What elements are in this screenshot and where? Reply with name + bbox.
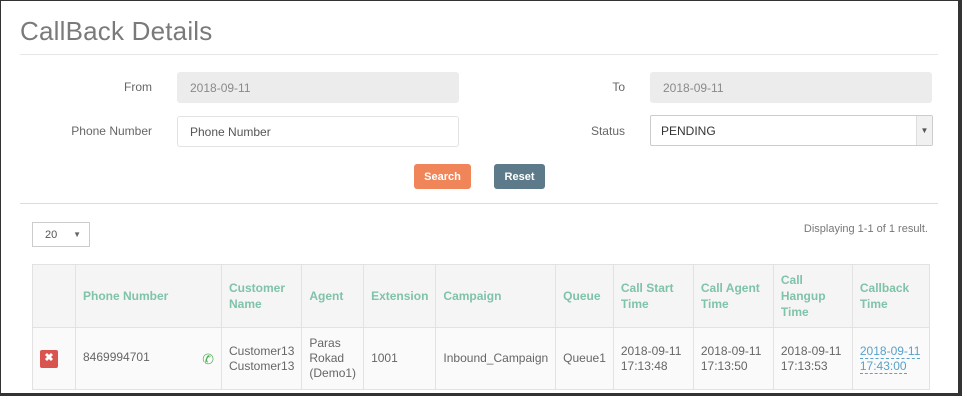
cell-campaign: Inbound_Campaign bbox=[435, 327, 557, 390]
page-size-value: 20 bbox=[45, 228, 58, 241]
caret-down-icon: ▼ bbox=[916, 116, 932, 145]
table-row: ✖ 8469994701 ✆ Customer13 Customer13 Par… bbox=[32, 327, 930, 390]
reset-button[interactable]: Reset bbox=[494, 164, 545, 189]
col-header-actions bbox=[32, 264, 76, 328]
status-label: Status bbox=[590, 124, 625, 138]
status-select-value: PENDING bbox=[661, 123, 716, 138]
col-header-extension[interactable]: Extension bbox=[363, 264, 437, 328]
table-header-row: Phone Number Customer Name Agent Extensi… bbox=[32, 264, 930, 328]
col-header-call-start-time[interactable]: Call Start Time bbox=[612, 264, 694, 328]
col-header-agent[interactable]: Agent bbox=[301, 264, 365, 328]
phone-icon[interactable]: ✆ bbox=[202, 352, 214, 367]
phone-number-text: 8469994701 bbox=[83, 350, 150, 364]
callback-time-link[interactable]: 2018-09-11 17:43:00 bbox=[859, 343, 921, 374]
col-header-customer-name[interactable]: Customer Name bbox=[220, 264, 303, 328]
cell-customer-name: Customer13 Customer13 bbox=[220, 327, 303, 390]
title-divider bbox=[20, 54, 938, 55]
col-header-call-agent-time[interactable]: Call Agent Time bbox=[692, 264, 774, 328]
col-header-campaign[interactable]: Campaign bbox=[435, 264, 557, 328]
phone-number-label: Phone Number bbox=[71, 124, 152, 138]
cell-call-agent-time: 2018-09-11 17:13:50 bbox=[692, 327, 774, 390]
col-header-phone-number[interactable]: Phone Number bbox=[75, 264, 222, 328]
callback-table: Phone Number Customer Name Agent Extensi… bbox=[32, 264, 930, 390]
col-header-queue[interactable]: Queue bbox=[555, 264, 614, 328]
from-date-field[interactable]: 2018-09-11 bbox=[177, 72, 459, 103]
cell-call-hangup-time: 2018-09-11 17:13:53 bbox=[772, 327, 853, 390]
chevron-down-icon: ▼ bbox=[73, 230, 81, 239]
cell-agent: Paras Rokad (Demo1) bbox=[301, 327, 365, 390]
results-summary: Displaying 1-1 of 1 result. bbox=[803, 223, 928, 235]
phone-number-input[interactable]: Phone Number bbox=[177, 116, 459, 147]
from-label: From bbox=[124, 80, 152, 94]
cell-extension: 1001 bbox=[363, 327, 437, 390]
cell-callback-time: 2018-09-11 17:43:00 bbox=[851, 327, 930, 390]
search-button[interactable]: Search bbox=[414, 164, 471, 189]
cell-queue: Queue1 bbox=[555, 327, 614, 390]
page-size-select[interactable]: 20 ▼ bbox=[32, 222, 90, 247]
col-header-call-hangup-time[interactable]: Call Hangup Time bbox=[772, 264, 853, 328]
to-date-field[interactable]: 2018-09-11 bbox=[650, 72, 932, 103]
to-label: To bbox=[612, 80, 625, 94]
section-divider bbox=[20, 203, 938, 204]
cell-phone-number: 8469994701 ✆ bbox=[75, 327, 222, 390]
status-select[interactable]: PENDING ▼ bbox=[650, 115, 933, 146]
page-title: CallBack Details bbox=[20, 16, 213, 46]
cell-call-start-time: 2018-09-11 17:13:48 bbox=[612, 327, 694, 390]
cell-actions: ✖ bbox=[32, 327, 76, 390]
col-header-callback-time[interactable]: Callback Time bbox=[851, 264, 930, 328]
close-icon[interactable]: ✖ bbox=[40, 349, 58, 368]
